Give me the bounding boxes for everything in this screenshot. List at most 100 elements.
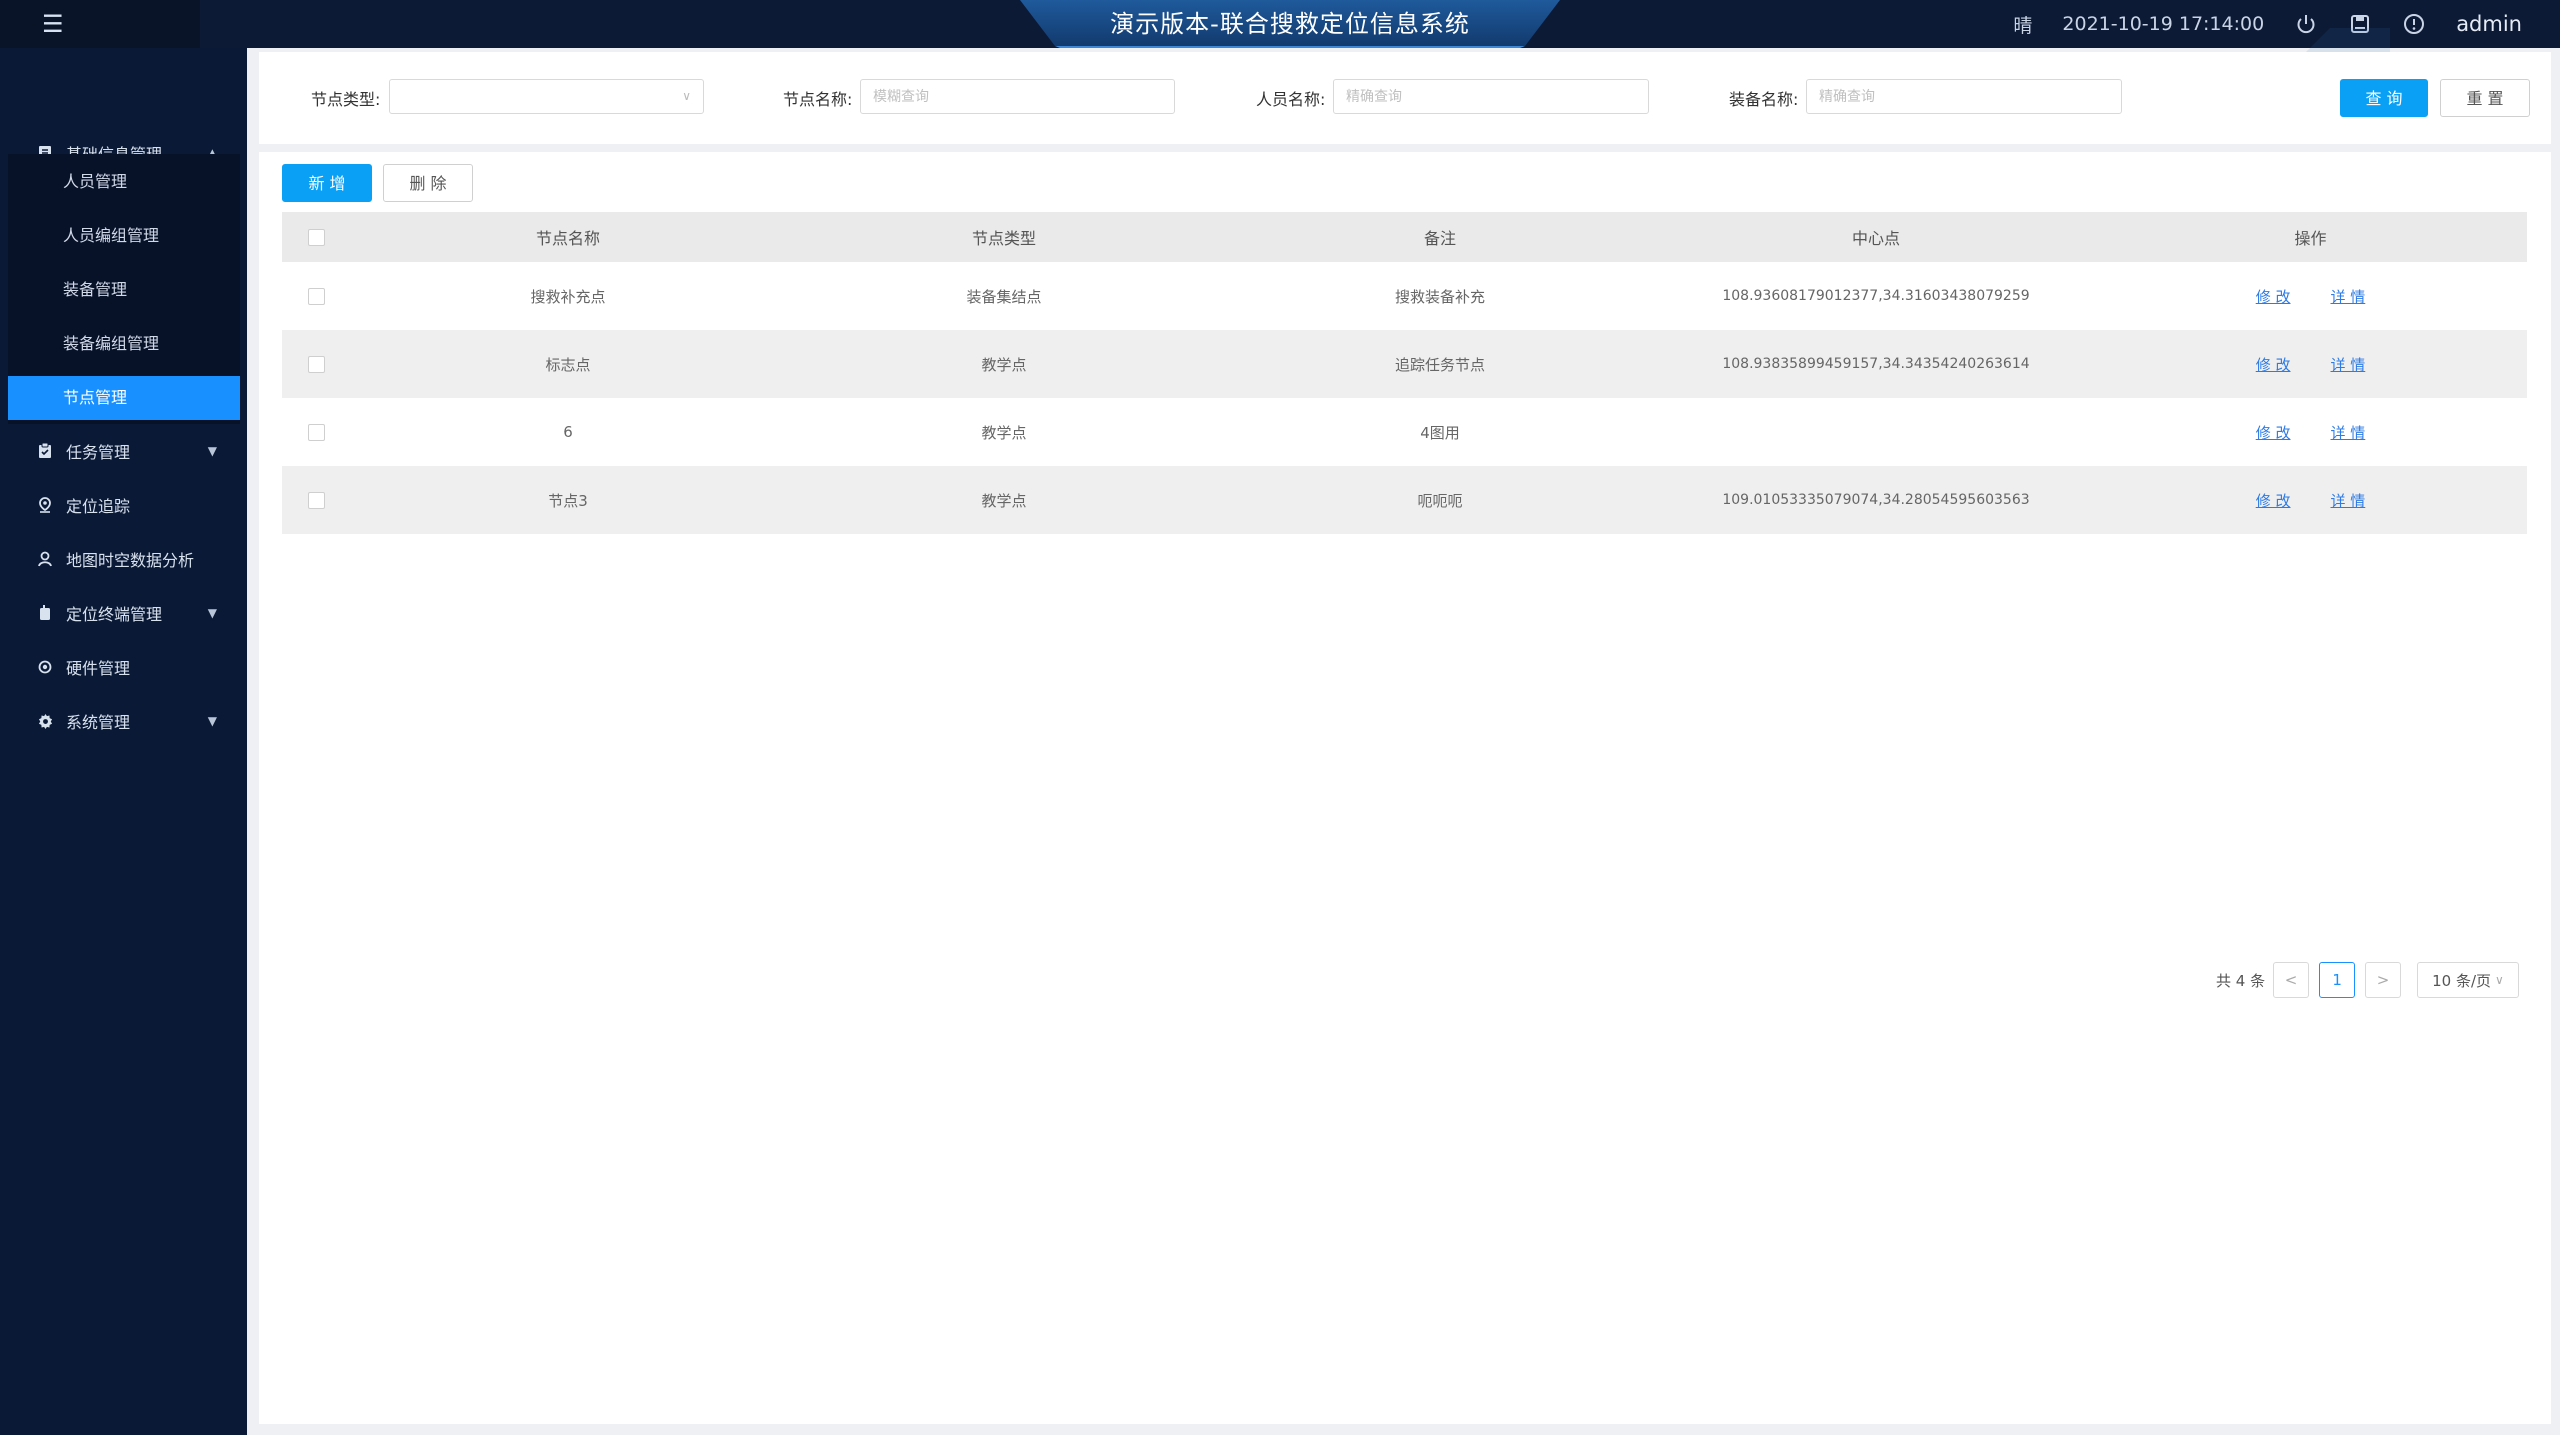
sidebar-item-task[interactable]: 任务管理 ▼ bbox=[0, 424, 247, 478]
equipment-name-label: 装备名称: bbox=[1729, 90, 1799, 109]
chevron-down-icon: ▼ bbox=[207, 444, 217, 458]
equipment-name-input[interactable] bbox=[1806, 79, 2122, 114]
sidebar-item-label: 地图时空数据分析 bbox=[66, 551, 195, 570]
sidebar-item-spatiotemporal[interactable]: 地图时空数据分析 bbox=[0, 532, 247, 586]
cell-actions: 修 改 详 情 bbox=[2094, 330, 2527, 398]
next-page-button[interactable]: > bbox=[2365, 962, 2402, 998]
select-all-checkbox[interactable] bbox=[307, 228, 325, 246]
chevron-down-icon: ▼ bbox=[207, 606, 217, 620]
power-icon[interactable] bbox=[2294, 12, 2318, 36]
sidebar-item-equipment-group[interactable]: 装备编组管理 bbox=[8, 322, 240, 366]
datetime-text: 2021-10-19 17:14:00 bbox=[2062, 13, 2265, 35]
detail-link[interactable]: 详 情 bbox=[2331, 354, 2366, 375]
chevron-down-icon: ▼ bbox=[207, 714, 217, 728]
sidebar-item-terminal[interactable]: 定位终端管理 ▼ bbox=[0, 586, 247, 640]
cell-center: 109.01053335079074,34.28054595603563 bbox=[1722, 492, 2030, 508]
column-header-actions: 操作 bbox=[2294, 229, 2327, 248]
filter-panel: 节点类型: ∨ 节点名称: 人员名称: 装备名称: 查 询 重 置 bbox=[259, 52, 2551, 144]
edit-link[interactable]: 修 改 bbox=[2256, 354, 2291, 375]
table-row: 搜救补充点 装备集结点 搜救装备补充 108.93608179012377,34… bbox=[282, 262, 2527, 330]
sidebar-item-hardware[interactable]: 硬件管理 bbox=[0, 640, 247, 694]
reset-button[interactable]: 重 置 bbox=[2440, 79, 2530, 117]
page-size-value: 10 条/页 bbox=[2432, 971, 2492, 990]
page-number-button[interactable]: 1 bbox=[2319, 962, 2356, 998]
cell-node-type: 教学点 bbox=[981, 423, 1027, 442]
row-select-cell bbox=[282, 262, 350, 330]
cell-node-name: 搜救补充点 bbox=[530, 287, 606, 306]
sidebar-item-label: 定位终端管理 bbox=[66, 605, 163, 624]
prev-page-button[interactable]: < bbox=[2273, 962, 2310, 998]
sidebar-item-tracking[interactable]: 定位追踪 bbox=[0, 478, 247, 532]
query-button[interactable]: 查 询 bbox=[2340, 79, 2428, 117]
sidebar-item-node[interactable]: 节点管理 bbox=[8, 376, 240, 420]
cell-actions: 修 改 详 情 bbox=[2094, 398, 2527, 466]
header-status-area: 晴 2021-10-19 17:14:00 admin bbox=[1983, 0, 2522, 48]
sidebar-item-personnel[interactable]: 人员管理 bbox=[8, 160, 240, 204]
detail-link[interactable]: 详 情 bbox=[2331, 422, 2366, 443]
add-button[interactable]: 新 增 bbox=[282, 164, 372, 202]
sidebar-item-label: 定位追踪 bbox=[66, 497, 131, 516]
cell-center: 108.93608179012377,34.31603438079259 bbox=[1722, 288, 2030, 304]
column-header-center: 中心点 bbox=[1851, 229, 1900, 248]
page-size-select[interactable]: 10 条/页 ∨ bbox=[2417, 962, 2519, 998]
cell-node-type: 教学点 bbox=[981, 491, 1027, 510]
row-checkbox[interactable] bbox=[307, 355, 325, 373]
cell-node-type: 装备集结点 bbox=[966, 287, 1042, 306]
person-name-input[interactable] bbox=[1333, 79, 1649, 114]
chevron-down-icon: ∨ bbox=[682, 89, 691, 103]
cell-remark: 呃呃呃 bbox=[1417, 491, 1463, 510]
detail-link[interactable]: 详 情 bbox=[2331, 490, 2366, 511]
cell-center: 108.93835899459157,34.34354240263614 bbox=[1722, 356, 2030, 372]
node-name-label: 节点名称: bbox=[783, 90, 853, 109]
row-checkbox[interactable] bbox=[307, 287, 325, 305]
title-banner: 演示版本-联合搜救定位信息系统 bbox=[1020, 0, 1560, 48]
cell-actions: 修 改 详 情 bbox=[2094, 466, 2527, 534]
node-type-label: 节点类型: bbox=[311, 90, 381, 109]
sidebar-item-system[interactable]: 系统管理 ▼ bbox=[0, 694, 247, 748]
column-header-node-name: 节点名称 bbox=[535, 229, 600, 248]
save-icon[interactable] bbox=[2348, 12, 2372, 36]
column-header-node-type: 节点类型 bbox=[971, 229, 1036, 248]
edit-link[interactable]: 修 改 bbox=[2256, 286, 2291, 307]
row-checkbox[interactable] bbox=[307, 423, 325, 441]
menu-fold-icon[interactable]: ☰ bbox=[0, 0, 200, 48]
detail-link[interactable]: 详 情 bbox=[2331, 286, 2366, 307]
column-header-remark: 备注 bbox=[1423, 229, 1456, 248]
cell-node-name: 6 bbox=[563, 423, 573, 441]
person-name-label: 人员名称: bbox=[1256, 90, 1326, 109]
sidebar-item-label: 硬件管理 bbox=[66, 659, 131, 678]
table-panel: 新 增 删 除 节点名称 节点类型 备注 中心点 操作 搜救补充点 装备集结点 … bbox=[259, 152, 2551, 1424]
table-header: 节点名称 节点类型 备注 中心点 操作 bbox=[282, 212, 2527, 262]
cell-center bbox=[1658, 398, 2094, 466]
page-title: 演示版本-联合搜救定位信息系统 bbox=[1110, 10, 1470, 38]
location-pin-icon bbox=[36, 496, 54, 514]
sidebar-item-personnel-group[interactable]: 人员编组管理 bbox=[8, 214, 240, 258]
node-type-select[interactable]: ∨ bbox=[389, 79, 704, 114]
total-count: 共 4 条 bbox=[2216, 971, 2266, 990]
alert-icon[interactable] bbox=[2402, 12, 2426, 36]
weather-text: 晴 bbox=[2013, 14, 2033, 37]
row-select-cell bbox=[282, 398, 350, 466]
pagination: 共 4 条 < 1 > 10 条/页 ∨ bbox=[2216, 962, 2519, 998]
username[interactable]: admin bbox=[2456, 12, 2522, 36]
user-pin-icon bbox=[36, 550, 54, 568]
clipboard-icon bbox=[36, 442, 54, 460]
gear-icon bbox=[36, 712, 54, 730]
table-row: 节点3 教学点 呃呃呃 109.01053335079074,34.280545… bbox=[282, 466, 2527, 534]
sidebar-item-equipment[interactable]: 装备管理 bbox=[8, 268, 240, 312]
cell-remark: 4图用 bbox=[1420, 423, 1460, 442]
table-row: 标志点 教学点 追踪任务节点 108.93835899459157,34.343… bbox=[282, 330, 2527, 398]
device-icon bbox=[36, 604, 54, 622]
delete-button[interactable]: 删 除 bbox=[383, 164, 473, 202]
select-all-cell bbox=[282, 212, 350, 262]
row-checkbox[interactable] bbox=[307, 491, 325, 509]
row-select-cell bbox=[282, 330, 350, 398]
cell-node-type: 教学点 bbox=[981, 355, 1027, 374]
chevron-down-icon: ∨ bbox=[2495, 973, 2504, 987]
sidebar-item-label: 系统管理 bbox=[66, 713, 131, 732]
edit-link[interactable]: 修 改 bbox=[2256, 422, 2291, 443]
edit-link[interactable]: 修 改 bbox=[2256, 490, 2291, 511]
node-name-input[interactable] bbox=[860, 79, 1175, 114]
cell-remark: 搜救装备补充 bbox=[1394, 287, 1485, 306]
cell-remark: 追踪任务节点 bbox=[1394, 355, 1485, 374]
